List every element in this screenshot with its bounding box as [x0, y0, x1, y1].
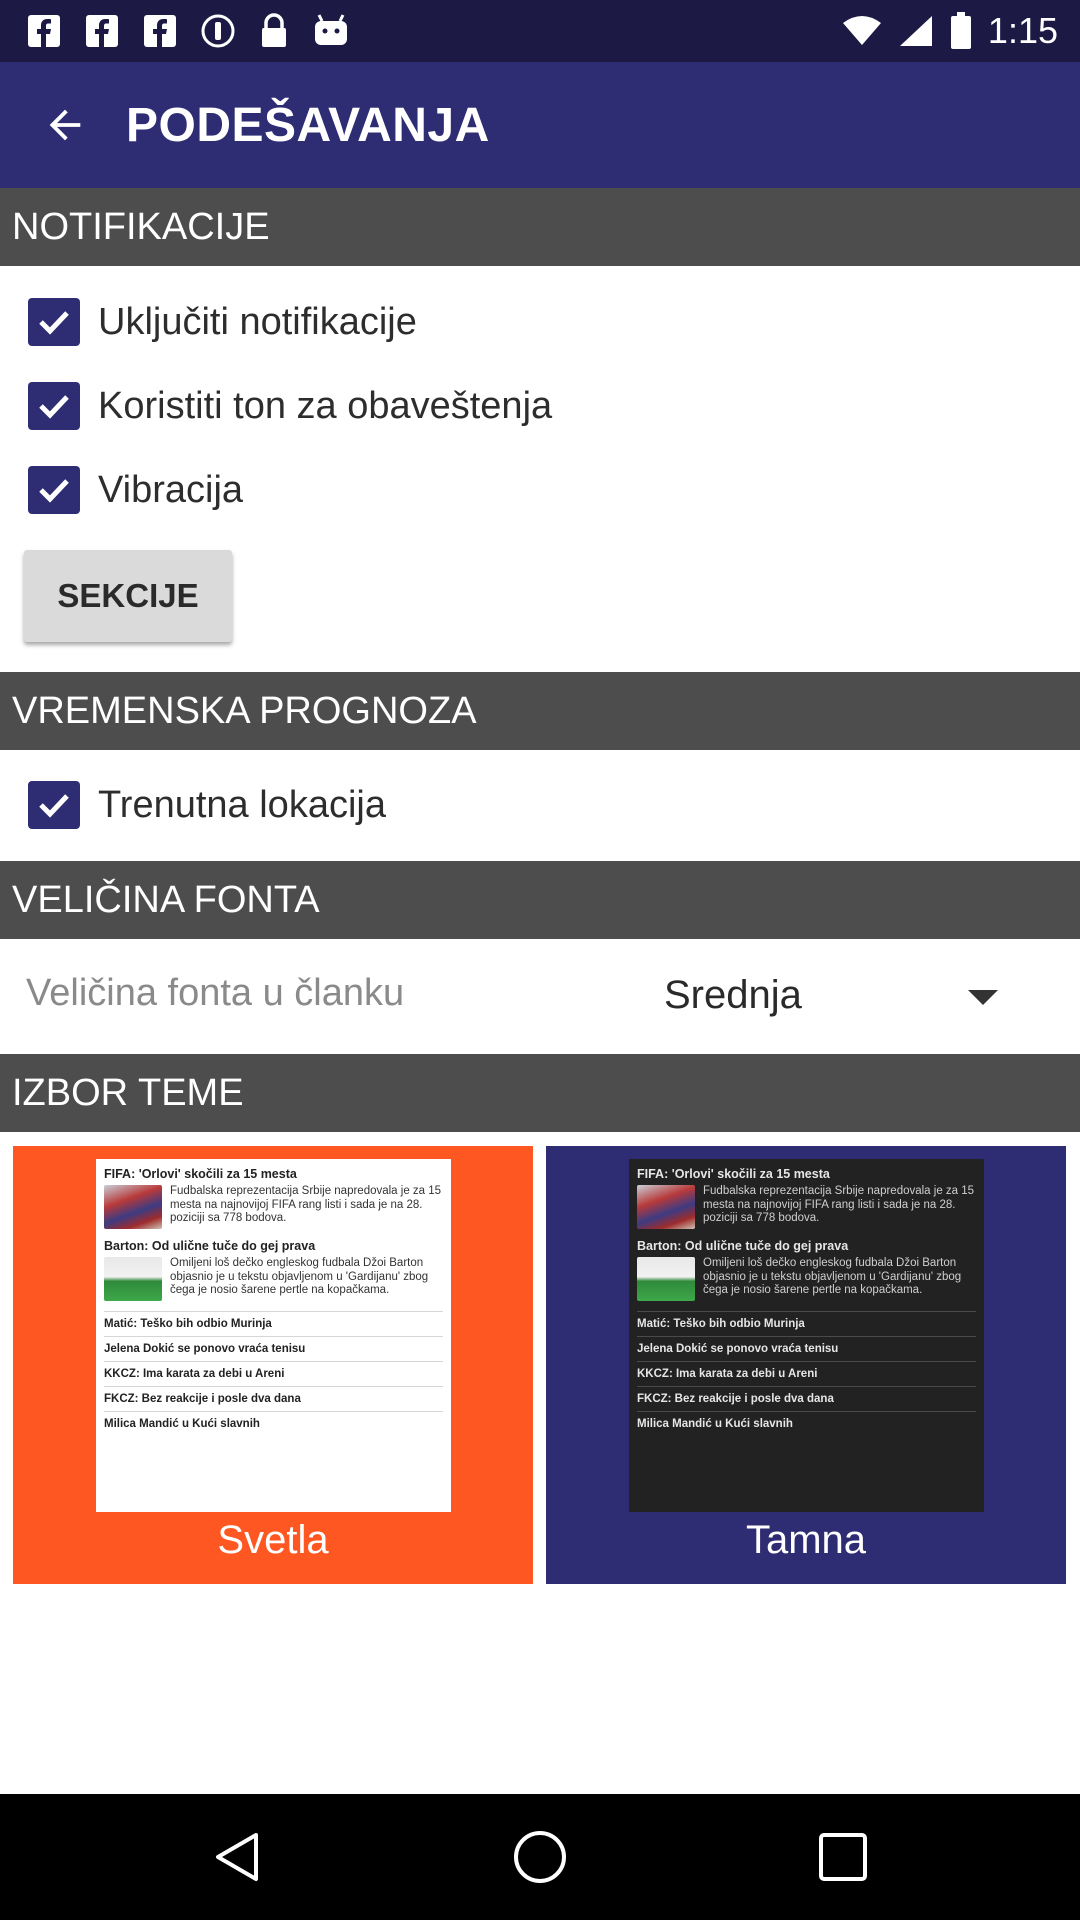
preview-article-title: FIFA: 'Orlovi' skočili za 15 mesta — [637, 1167, 830, 1181]
check-icon — [39, 395, 69, 419]
app-bar: PODEŠAVANJA — [0, 62, 1080, 188]
checkbox-label: Vibracija — [98, 468, 244, 511]
preview-article-title: Barton: Od ulične tuče do gej prava — [104, 1239, 316, 1253]
theme-label: Tamna — [745, 1518, 867, 1562]
preview-article-text: Fudbalska reprezentacija Srbije napredov… — [703, 1185, 975, 1224]
status-time: 1:15 — [987, 10, 1058, 51]
vpn-icon — [201, 14, 235, 48]
preview-article: Fudbalska reprezentacija Srbije napredov… — [104, 1185, 443, 1229]
checkbox-checked[interactable] — [28, 298, 80, 346]
theme-preview-light: FIFA: 'Orlovi' skočili za 15 mesta Fudba… — [96, 1159, 451, 1512]
preview-article-text: Omiljeni loš dečko engleskog fudbala Džo… — [170, 1257, 429, 1296]
theme-option-dark[interactable]: FIFA: 'Orlovi' skočili za 15 mesta Fudba… — [546, 1146, 1066, 1584]
arrow-back-icon — [49, 109, 81, 141]
checkbox-label: Koristiti ton za obaveštenja — [98, 384, 553, 427]
dropdown-arrow-icon — [968, 990, 998, 1005]
checkbox-checked[interactable] — [28, 382, 80, 430]
preview-article: Omiljeni loš dečko engleskog fudbala Džo… — [637, 1257, 976, 1301]
check-icon — [39, 311, 69, 335]
preview-headline: Milica Mandić u Kući slavnih — [637, 1411, 976, 1436]
section-header-notifications: NOTIFIKACIJE — [0, 188, 1080, 266]
font-size-label: Veličina fonta u članku — [26, 972, 405, 1014]
nav-back-button[interactable] — [205, 1824, 271, 1890]
wifi-icon — [842, 16, 881, 45]
battery-icon — [950, 12, 971, 49]
facebook-icon — [28, 15, 60, 47]
back-triangle-icon — [216, 1833, 258, 1881]
checkbox-row-enable-notifications[interactable]: Uključiti notifikacije — [28, 292, 417, 352]
theme-option-light[interactable]: FIFA: 'Orlovi' skočili za 15 mesta Fudba… — [13, 1146, 533, 1584]
section-header-weather: VREMENSKA PROGNOZA — [0, 672, 1080, 750]
checkbox-row-current-location[interactable]: Trenutna lokacija — [28, 775, 386, 835]
signal-icon — [899, 16, 932, 46]
check-icon — [39, 794, 69, 818]
checkbox-row-notification-tone[interactable]: Koristiti ton za obaveštenja — [28, 376, 552, 436]
page-title: PODEŠAVANJA — [126, 99, 490, 152]
status-bar: 1:15 — [0, 0, 1080, 62]
home-circle-icon — [514, 1831, 566, 1883]
preview-image — [104, 1185, 162, 1229]
preview-image — [637, 1257, 695, 1301]
preview-headline: Matić: Teško bih odbio Murinja — [637, 1311, 976, 1336]
sections-button[interactable]: SEKCIJE — [24, 550, 232, 642]
lock-icon — [262, 13, 286, 47]
theme-label: Svetla — [217, 1518, 329, 1562]
system-status: 1:15 — [842, 8, 1058, 54]
checkbox-label: Uključiti notifikacije — [98, 300, 417, 343]
preview-headline: KKCZ: Ima karata za debi u Areni — [104, 1361, 443, 1386]
preview-article: Omiljeni loš dečko engleskog fudbala Džo… — [104, 1257, 443, 1301]
preview-article-text: Omiljeni loš dečko engleskog fudbala Džo… — [703, 1257, 962, 1296]
preview-headline: KKCZ: Ima karata za debi u Areni — [637, 1361, 976, 1386]
android-icon — [315, 14, 347, 45]
section-header-theme: IZBOR TEME — [0, 1054, 1080, 1132]
preview-headline: FKCZ: Bez reakcije i posle dva dana — [637, 1386, 976, 1411]
navigation-bar — [0, 1794, 1080, 1920]
recents-square-icon — [819, 1833, 867, 1881]
theme-preview-dark: FIFA: 'Orlovi' skočili za 15 mesta Fudba… — [629, 1159, 984, 1512]
checkbox-label: Trenutna lokacija — [98, 783, 386, 826]
preview-article-title: FIFA: 'Orlovi' skočili za 15 mesta — [104, 1167, 297, 1181]
notification-icons — [26, 10, 350, 52]
check-icon — [39, 479, 69, 503]
preview-headline: FKCZ: Bez reakcije i posle dva dana — [104, 1386, 443, 1411]
preview-headline: Jelena Dokić se ponovo vraća tenisu — [104, 1336, 443, 1361]
facebook-icon — [86, 15, 118, 47]
preview-image — [637, 1185, 695, 1229]
preview-headline: Jelena Dokić se ponovo vraća tenisu — [637, 1336, 976, 1361]
font-size-dropdown[interactable]: Srednja — [640, 960, 1020, 1030]
preview-article-title: Barton: Od ulične tuče do gej prava — [637, 1239, 849, 1253]
nav-home-button[interactable] — [507, 1824, 573, 1890]
font-size-selected-value: Srednja — [664, 972, 802, 1017]
back-button[interactable] — [30, 90, 100, 160]
checkbox-row-vibration[interactable]: Vibracija — [28, 460, 243, 520]
preview-article-text: Fudbalska reprezentacija Srbije napredov… — [170, 1185, 442, 1224]
preview-headline: Matić: Teško bih odbio Murinja — [104, 1311, 443, 1336]
checkbox-checked[interactable] — [28, 781, 80, 829]
section-header-font-size: VELIČINA FONTA — [0, 861, 1080, 939]
facebook-icon — [144, 15, 176, 47]
preview-headline: Milica Mandić u Kući slavnih — [104, 1411, 443, 1436]
preview-image — [104, 1257, 162, 1301]
preview-article: Fudbalska reprezentacija Srbije napredov… — [637, 1185, 976, 1229]
checkbox-checked[interactable] — [28, 466, 80, 514]
nav-recents-button[interactable] — [810, 1824, 876, 1890]
